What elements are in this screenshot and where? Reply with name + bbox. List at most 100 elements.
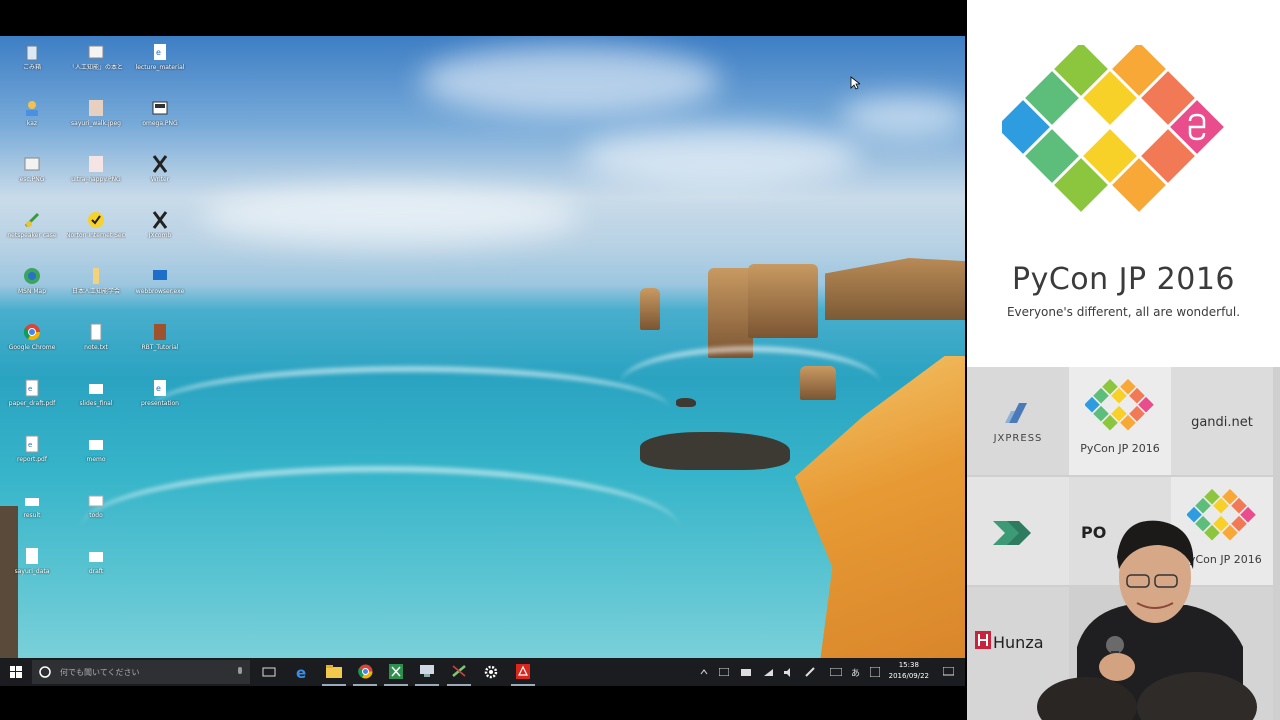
cloud	[580, 126, 860, 186]
microphone-icon[interactable]	[236, 666, 244, 678]
clock[interactable]: 15:38 2016/09/22	[889, 660, 929, 682]
desktop-icon[interactable]: ごみ箱	[2, 42, 62, 92]
pen-icon[interactable]	[802, 658, 818, 686]
search-placeholder: 何でも聞いてください	[60, 667, 140, 677]
desktop-icon[interactable]: netspeaker case	[2, 210, 62, 260]
desktop-icon[interactable]: MSN Map	[2, 266, 62, 316]
pycon-tagline: Everyone's different, all are wonderful.	[1006, 305, 1241, 319]
chevron-up-icon[interactable]	[697, 658, 711, 686]
recycle-bin-icon	[26, 45, 38, 61]
arrow-logo-icon	[993, 521, 1031, 545]
settings-icon[interactable]	[479, 658, 503, 686]
sponsor-tile-arrow	[967, 477, 1069, 585]
desktop-icon[interactable]: note.txt	[66, 322, 126, 372]
desktop-icon[interactable]: ultra_happy.PNG	[66, 154, 126, 204]
text-file-icon	[90, 323, 102, 341]
desktop-icon[interactable]: omega.PNG	[130, 98, 190, 148]
pdf-icon: e	[25, 379, 39, 397]
document-icon	[88, 45, 104, 59]
tray-app-icon[interactable]	[716, 658, 732, 686]
rock-stack	[748, 264, 818, 338]
user-folder-icon	[26, 101, 38, 116]
desktop-icon[interactable]: sayuri_walk.jpeg	[66, 98, 126, 148]
desktop-icon-label: ごみ箱	[22, 64, 41, 71]
wave-foam	[150, 366, 670, 452]
desktop-icon[interactable]: RBT_Tutorial	[130, 322, 190, 372]
desktop-icon[interactable]: webbrowser.exe	[130, 266, 190, 316]
desktop-icon[interactable]: sayuri_data	[2, 546, 62, 596]
pycon-logo-panel: PyCon JP 2016 Everyone's different, all …	[967, 0, 1280, 367]
explorer-icon[interactable]	[322, 658, 346, 686]
desktop-icon[interactable]: esc.PNG	[2, 154, 62, 204]
acrobat-icon[interactable]	[511, 658, 535, 686]
desktop-icon[interactable]: draft	[66, 546, 126, 596]
ime-mode-icon[interactable]	[867, 658, 883, 686]
keyboard-icon[interactable]	[828, 658, 844, 686]
wave-foam	[80, 466, 680, 592]
chrome-icon	[23, 324, 41, 341]
rock-stack	[640, 288, 660, 330]
desktop-icon-label: netspeaker case	[7, 232, 57, 239]
svg-text:e: e	[156, 384, 161, 393]
jxpress-label: JXPRESS	[993, 433, 1043, 444]
sponsor-tile-gandi: gandi.net	[1171, 367, 1273, 475]
desktop-icon[interactable]: todo	[66, 490, 126, 540]
desktop-icon[interactable]: Writer	[130, 154, 190, 204]
hunza-logo-icon	[975, 631, 991, 649]
desktop-icon[interactable]: e paper_draft.pdf	[2, 378, 62, 428]
x-app-icon	[152, 211, 168, 229]
wave-foam	[620, 346, 880, 422]
start-button[interactable]	[4, 658, 28, 686]
desktop-icon[interactable]: JXcomb	[130, 210, 190, 260]
desktop-icon[interactable]: 「人工知能」の本と	[66, 42, 126, 92]
file-icon	[26, 548, 38, 564]
volume-icon[interactable]	[780, 658, 796, 686]
cliffs	[825, 258, 965, 320]
pycon-wall-label: PyCon JP 2016	[1080, 442, 1160, 455]
desktop-icon-label: draft	[88, 568, 104, 575]
svg-text:e: e	[296, 664, 306, 680]
desktop-icon[interactable]: kaz	[2, 98, 62, 148]
cortana-icon	[39, 666, 51, 678]
tool-icon[interactable]	[447, 658, 471, 686]
desktop-icon[interactable]: e report.pdf	[2, 434, 62, 484]
file-icon	[89, 552, 103, 562]
action-center-icon[interactable]	[939, 658, 957, 686]
desktop-icon-label: webbrowser.exe	[135, 288, 185, 295]
network-icon[interactable]	[415, 658, 439, 686]
desktop-icon[interactable]: slides_final	[66, 378, 126, 428]
svg-text:e: e	[28, 385, 32, 393]
desktop-icon-label: 「人工知能」の本と	[68, 64, 123, 71]
ime-icon[interactable]: あ	[848, 658, 864, 686]
image-icon	[24, 157, 40, 171]
svg-text:e: e	[28, 441, 32, 449]
desktop-icon[interactable]: memo	[66, 434, 126, 484]
cloud	[200, 186, 580, 246]
pycon-title: PyCon JP 2016	[1011, 262, 1236, 297]
desktop-icon[interactable]: 日本人工知能学会	[66, 266, 126, 316]
photo-icon	[89, 156, 103, 172]
gandi-label: gandi.net	[1191, 415, 1253, 430]
wifi-icon[interactable]	[760, 658, 776, 686]
desktop-icon[interactable]: e presentation	[130, 378, 190, 428]
pycon-diamond-logo	[1002, 45, 1224, 212]
battery-icon[interactable]	[738, 658, 754, 686]
desktop-icon[interactable]: e lecture_material	[130, 42, 190, 92]
excel-icon[interactable]	[384, 658, 408, 686]
task-view-icon[interactable]	[258, 658, 280, 686]
rock-stack	[708, 268, 753, 358]
desktop-icon-label: esc.PNG	[19, 176, 45, 183]
edge-pdf-icon: e	[154, 380, 166, 396]
desktop-icon[interactable]: Norton Internet Security	[66, 210, 126, 260]
desktop-icon[interactable]: result	[2, 490, 62, 540]
app-icon	[24, 212, 40, 228]
edge-icon[interactable]: e	[290, 658, 314, 686]
desktop-icon-label: todo	[89, 512, 103, 519]
desktop-icon-label: JXcomb	[148, 232, 172, 239]
cortana-search-box[interactable]: 何でも聞いてください	[32, 660, 250, 684]
desktop-icon[interactable]: Google Chrome	[2, 322, 62, 372]
chrome-taskbar-icon[interactable]	[353, 658, 377, 686]
sponsor-tile-pycon: PyCon JP 2016	[1069, 367, 1171, 475]
speaker-camera-feed: JXPRESS PyCon JP 2016 gandi.net PO PyCon…	[967, 367, 1280, 720]
pycon-small-logo	[1085, 379, 1154, 431]
